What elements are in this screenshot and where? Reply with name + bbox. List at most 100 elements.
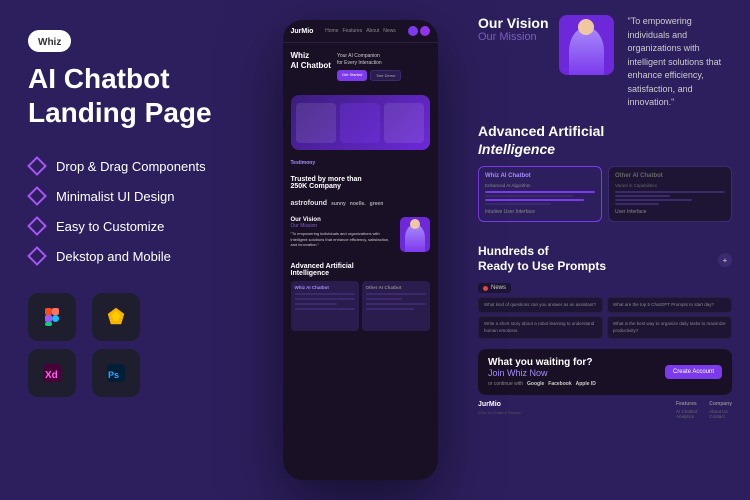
prompt-text-3: Write a short story about a robot learni… — [484, 321, 597, 334]
svg-text:Ps: Ps — [108, 370, 119, 380]
ai-comp-other-line-2 — [615, 195, 670, 197]
prompts-hundreds: Hundreds of — [478, 244, 549, 258]
phone-ai-cards: Whiz AI Chatbot Other AI Chatbot — [291, 281, 430, 331]
diamond-icon-2 — [27, 186, 47, 206]
phone-cta-btn[interactable]: Get Started — [337, 70, 367, 81]
phone-hero-visual-inner — [292, 99, 428, 147]
phone-demo-btn[interactable]: See Demo — [370, 70, 401, 81]
phone-card-mini-2 — [340, 103, 380, 143]
left-panel: Whiz AI ChatbotLanding Page Drop & Drag … — [0, 0, 260, 500]
phone-ai-title: Advanced ArtificialIntelligence — [291, 263, 430, 277]
feature-text-3: Easy to Customize — [56, 219, 164, 234]
xd-icon: Xd — [28, 349, 76, 397]
feature-icon-2 — [28, 187, 46, 205]
ai-comp-other-line-1 — [615, 191, 725, 193]
brand-badge-text: Whiz — [38, 37, 61, 48]
page-title: AI ChatbotLanding Page — [28, 62, 232, 129]
news-dot — [483, 286, 488, 291]
right-ai-advanced: Advanced Artificial — [478, 123, 604, 139]
ai-comp-other-label: User Interface — [615, 209, 725, 215]
phone-trusted-title: Trusted by more than — [291, 176, 430, 183]
prompt-rows: What kind of questions can you answer as… — [478, 297, 732, 339]
phone-ai-card-whiz: Whiz AI Chatbot — [291, 281, 359, 331]
phone-testimony-label: Testimony — [291, 160, 430, 166]
feature-item-1: Drop & Drag Components — [28, 157, 232, 175]
join-button[interactable]: Create Account — [665, 365, 722, 379]
brand-noelle: noelle. — [350, 201, 366, 207]
prompt-text-2: What are the top 5 ChatGPT Prompts to st… — [613, 302, 726, 308]
phone-card-mini-3 — [384, 103, 424, 143]
expand-icon: + — [723, 256, 728, 265]
diamond-icon-3 — [27, 216, 47, 236]
phone-hero-visual — [291, 95, 430, 150]
phone-vision: Our Vision Our Mission "To empowering in… — [283, 211, 438, 258]
right-vision-header: Our Vision Our Mission "To empowering in… — [478, 15, 732, 110]
prompt-box-2[interactable]: What are the top 5 ChatGPT Prompts to st… — [607, 297, 732, 313]
figma-icon — [28, 293, 76, 341]
footer-link-2[interactable]: Analytics — [676, 414, 697, 419]
phone-ai-card-whiz-title: Whiz AI Chatbot — [295, 285, 355, 290]
right-ai-intelligence: Intelligence — [478, 141, 555, 157]
prompt-box-3[interactable]: Write a short story about a robot learni… — [478, 316, 603, 339]
social-appleid[interactable]: Apple ID — [576, 381, 596, 387]
social-facebook[interactable]: Facebook — [548, 381, 571, 387]
right-mission-label: Our Mission — [478, 31, 549, 43]
prompt-row-1: What kind of questions can you answer as… — [478, 297, 732, 313]
phone-ai-line-4 — [295, 308, 355, 310]
phone-nav: JurMio Home Features About News — [283, 20, 438, 43]
phone-trusted-count: 250K Company — [291, 183, 430, 190]
phone-ai-other-line-4 — [366, 308, 414, 310]
phone-testimony: Testimony — [283, 156, 438, 170]
phone-ai-line-2 — [295, 298, 355, 300]
prompt-row-2: Write a short story about a robot learni… — [478, 316, 732, 339]
phone-nav-logo: JurMio — [291, 28, 314, 35]
prompts-sub: Ready to Use Prompts — [478, 259, 606, 273]
feature-text-1: Drop & Drag Components — [56, 159, 206, 174]
features-list: Drop & Drag Components Minimalist UI Des… — [28, 157, 232, 265]
social-continue-text: or continue with — [488, 381, 523, 387]
ai-comp-other-title: Other AI Chatbot — [615, 173, 725, 179]
prompt-text-1: What kind of questions can you answer as… — [484, 302, 597, 308]
right-vision-labels: Our Vision Our Mission — [478, 15, 549, 43]
feature-item-3: Easy to Customize — [28, 217, 232, 235]
prompt-box-1[interactable]: What kind of questions can you answer as… — [478, 297, 603, 313]
prompt-box-4[interactable]: What is the best way to organize daily t… — [607, 316, 732, 339]
footer-link-4[interactable]: Contact — [709, 414, 732, 419]
feature-icon-4 — [28, 247, 46, 265]
right-ai-title: Advanced Artificial Intelligence — [478, 122, 732, 158]
phone-trusted: Trusted by more than 250K Company — [283, 170, 438, 196]
ai-comp-card-other: Other AI Chatbot Varied in Capabilities … — [608, 166, 732, 222]
news-text: News — [491, 285, 506, 291]
tool-icons-grid: Xd Ps — [28, 293, 148, 397]
phone-nav-news: News — [383, 28, 396, 34]
ai-comp-other-sub: Varied in Capabilities — [615, 183, 725, 188]
footer-brand: JurMio — [478, 401, 521, 408]
phone-ai-other-line-1 — [366, 293, 426, 295]
expand-prompts-btn[interactable]: + — [718, 253, 732, 267]
feature-item-2: Minimalist UI Design — [28, 187, 232, 205]
feature-item-4: Dekstop and Mobile — [28, 247, 232, 265]
join-subtitle: Join Whiz Now — [488, 368, 596, 378]
ai-comp-line-3 — [485, 199, 584, 201]
social-google[interactable]: Google — [527, 381, 544, 387]
footer-cols: Features AI Chatbot Analytics Company Ab… — [676, 401, 732, 419]
feature-text-4: Dekstop and Mobile — [56, 249, 171, 264]
phone-ai-other-line-2 — [366, 298, 402, 300]
phone-nav-links: Home Features About News — [325, 28, 396, 34]
phone-ai-card-other: Other AI Chatbot — [362, 281, 430, 331]
phone-hero-subtitle: Your AI Companionfor Every Interaction — [337, 53, 430, 66]
diamond-icon-1 — [27, 156, 47, 176]
right-vision-quote: "To empowering individuals and organizat… — [628, 15, 732, 110]
diamond-icon-4 — [27, 246, 47, 266]
ai-comp-card-whiz: Whiz AI Chatbot Enhanced AI Algorithm In… — [478, 166, 602, 222]
phone-hero-title: WhizAI Chatbot — [291, 51, 331, 70]
phone-ai-line-1 — [295, 293, 355, 295]
phone-ai-line-3 — [295, 303, 337, 305]
phone-ai-section: Advanced ArtificialIntelligence Whiz AI … — [283, 258, 438, 336]
footer-company-title: Company — [709, 401, 732, 407]
brand-green: green — [370, 201, 384, 207]
right-vision-title: Our Vision — [478, 15, 549, 31]
mini-avatar-2 — [420, 26, 430, 36]
sketch-icon — [92, 293, 140, 341]
phone-mission-label: Our Mission — [291, 223, 395, 229]
